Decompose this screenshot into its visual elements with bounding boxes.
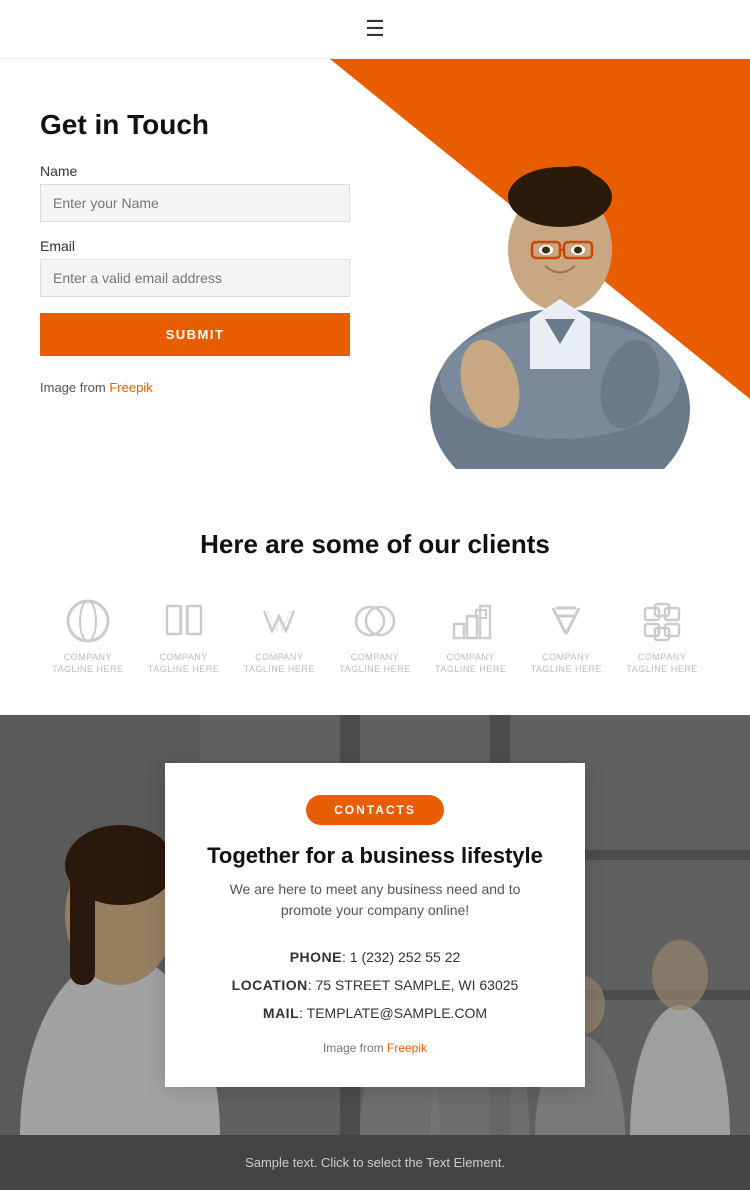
phone-label: PHONE: [290, 949, 342, 965]
hero-section: Get in Touch Name Email SUBMIT Image fro…: [0, 59, 750, 479]
form-area: Get in Touch Name Email SUBMIT Image fro…: [40, 109, 350, 439]
client-logo-1: COMPANYTAGLINE HERE: [52, 596, 123, 675]
top-nav: ☰: [0, 0, 750, 59]
freepik-link[interactable]: Freepik: [109, 380, 152, 395]
hero-title: Get in Touch: [40, 109, 350, 141]
email-label: Email: [40, 238, 350, 254]
mail-label: MAIL: [263, 1005, 299, 1021]
client-logo-3: COMPANYTAGLINE HERE: [244, 596, 315, 675]
contacts-badge[interactable]: CONTACTS: [306, 795, 444, 825]
submit-button[interactable]: SUBMIT: [40, 313, 350, 356]
footer-text[interactable]: Sample text. Click to select the Text El…: [20, 1155, 730, 1170]
client-logo-7: COMPANYTAGLINE HERE: [626, 596, 697, 675]
name-label: Name: [40, 163, 350, 179]
card-title: Together for a business lifestyle: [205, 843, 545, 869]
clients-title: Here are some of our clients: [40, 529, 710, 560]
client-logo-2: COMPANYTAGLINE HERE: [148, 596, 219, 675]
clients-logos: COMPANYTAGLINE HERE COMPANYTAGLINE HERE …: [40, 596, 710, 675]
footer: Sample text. Click to select the Text El…: [0, 1135, 750, 1190]
client-logo-4: COMPANYTAGLINE HERE: [339, 596, 410, 675]
email-input[interactable]: [40, 259, 350, 297]
hero-person: [380, 79, 740, 469]
location-line: LOCATION: 75 STREET SAMPLE, WI 63025: [205, 971, 545, 999]
hero-image-area: [330, 59, 750, 479]
card-subtitle: We are here to meet any business need an…: [205, 879, 545, 921]
contact-info: PHONE: 1 (232) 252 55 22 LOCATION: 75 ST…: [205, 943, 545, 1027]
name-input[interactable]: [40, 184, 350, 222]
clients-section: Here are some of our clients COMPANYTAGL…: [0, 479, 750, 715]
phone-line: PHONE: 1 (232) 252 55 22: [205, 943, 545, 971]
client-logo-5: COMPANYTAGLINE HERE: [435, 596, 506, 675]
client-logo-6: COMPANYTAGLINE HERE: [531, 596, 602, 675]
phone-value: 1 (232) 252 55 22: [350, 949, 461, 965]
location-label: LOCATION: [232, 977, 308, 993]
image-credit: Image from Freepik: [40, 380, 350, 395]
contacts-card: CONTACTS Together for a business lifesty…: [165, 763, 585, 1087]
mail-line: MAIL: TEMPLATE@SAMPLE.COM: [205, 999, 545, 1027]
business-section: CONTACTS Together for a business lifesty…: [0, 715, 750, 1135]
mail-value: TEMPLATE@SAMPLE.COM: [307, 1005, 487, 1021]
card-image-credit: Image from Freepik: [205, 1041, 545, 1055]
location-value: 75 STREET SAMPLE, WI 63025: [316, 977, 519, 993]
card-freepik-link[interactable]: Freepik: [387, 1041, 427, 1055]
hamburger-icon[interactable]: ☰: [365, 16, 385, 42]
